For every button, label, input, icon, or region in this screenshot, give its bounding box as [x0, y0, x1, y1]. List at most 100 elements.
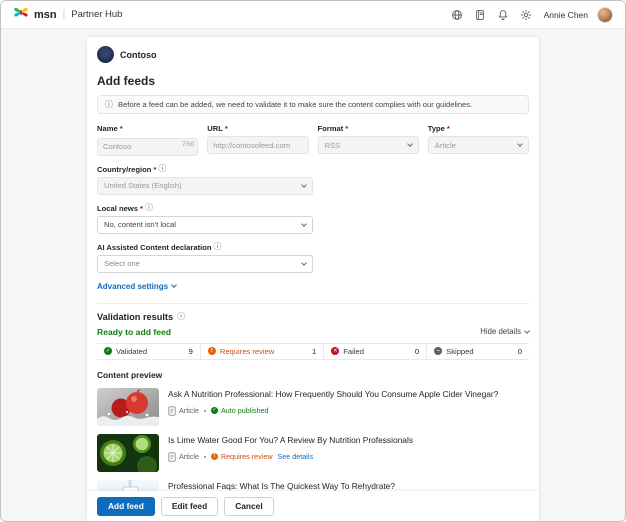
status-badge: Auto published: [221, 406, 269, 415]
section-divider: [97, 303, 529, 304]
chevron-down-icon: [524, 328, 530, 334]
feed-form: Name * 7/50 URL *: [97, 124, 529, 156]
brand-divider: |: [63, 9, 66, 20]
msn-logo: [13, 6, 29, 24]
ready-status: Ready to add feed: [97, 327, 171, 337]
cancel-button[interactable]: Cancel: [224, 497, 273, 516]
article-type: Article: [179, 452, 199, 461]
see-details-link[interactable]: See details: [278, 452, 314, 461]
user-name: Annie Chen: [544, 10, 588, 20]
validation-results-title: Validation results: [97, 312, 173, 322]
chevron-down-icon: [301, 260, 307, 266]
format-value: RSS: [325, 141, 341, 150]
status-requires-review: ! Requires review 1: [200, 344, 323, 359]
chevron-down-icon: [171, 282, 177, 288]
bell-icon[interactable]: [496, 8, 510, 22]
field-ai-declaration: AI Assisted Content declaration ⓘ Select…: [97, 243, 313, 273]
format-label: Format: [318, 124, 344, 133]
type-value: Article: [435, 141, 456, 150]
globe-icon[interactable]: [450, 8, 464, 22]
field-format: Format * RSS: [318, 124, 419, 156]
ai-declaration-label: AI Assisted Content declaration: [97, 243, 212, 252]
published-icon: ✓: [211, 407, 218, 414]
add-feed-button[interactable]: Add feed: [97, 497, 155, 516]
validated-label: Validated: [116, 347, 147, 356]
advanced-settings-link[interactable]: Advanced settings: [97, 282, 176, 291]
status-badge: Requires review: [221, 452, 273, 461]
validated-icon: ✓: [104, 347, 112, 355]
local-news-value: No, content isn't local: [104, 220, 176, 229]
advanced-settings-label: Advanced settings: [97, 282, 168, 291]
skipped-icon: –: [434, 347, 442, 355]
skipped-label: Skipped: [446, 347, 473, 356]
article-icon: [168, 406, 176, 416]
content-preview-title: Content preview: [97, 370, 529, 380]
settings-icon[interactable]: [519, 8, 533, 22]
field-name: Name * 7/50: [97, 124, 198, 156]
failed-icon: ✕: [331, 347, 339, 355]
meta-separator: [204, 456, 206, 458]
field-url: URL *: [207, 124, 308, 156]
hide-details-toggle[interactable]: Hide details: [480, 327, 529, 336]
char-counter: 7/50: [182, 141, 194, 148]
page-title: Add feeds: [97, 74, 529, 88]
validated-count: 9: [189, 347, 193, 356]
validation-counts-bar: ✓ Validated 9 ! Requires review 1 ✕ Fail…: [97, 343, 529, 360]
local-news-select[interactable]: No, content isn't local: [97, 216, 313, 234]
format-select: RSS: [318, 136, 419, 154]
ai-declaration-value: Select one: [104, 259, 140, 268]
required-mark: *: [153, 165, 156, 174]
article-title: Professional Faqs: What Is The Quickest …: [168, 481, 395, 491]
top-actions: Annie Chen: [450, 7, 613, 23]
status-validated: ✓ Validated 9: [97, 344, 200, 359]
article-meta: Article ✓ Auto published: [168, 406, 498, 416]
article-thumbnail-water: [97, 480, 159, 492]
info-icon: ⓘ: [145, 204, 153, 212]
top-bar: msn | Partner Hub: [1, 1, 625, 29]
required-mark: *: [225, 124, 228, 133]
required-mark: *: [120, 124, 123, 133]
name-label: Name: [97, 124, 118, 133]
article-thumbnail-apples: [97, 388, 159, 426]
user-avatar[interactable]: [597, 7, 613, 23]
page-background: Contoso Add feeds ⓘ Before a feed can be…: [1, 29, 625, 521]
journal-icon[interactable]: [473, 8, 487, 22]
article-title: Is Lime Water Good For You? A Review By …: [168, 435, 413, 445]
chevron-down-icon: [407, 141, 413, 147]
brand-name: msn: [34, 9, 57, 21]
org-row: Contoso: [97, 46, 529, 63]
url-input: [207, 136, 308, 154]
ai-declaration-select[interactable]: Select one: [97, 255, 313, 273]
article-thumbnail-limes: [97, 434, 159, 472]
status-failed: ✕ Failed 0: [323, 344, 426, 359]
requires-review-label: Requires review: [220, 347, 274, 356]
requires-review-icon: !: [211, 453, 218, 460]
edit-feed-button[interactable]: Edit feed: [161, 497, 218, 516]
required-mark: *: [447, 124, 450, 133]
field-country: Country/region * ⓘ United States (Englis…: [97, 165, 313, 195]
hide-details-label: Hide details: [480, 327, 521, 336]
failed-label: Failed: [343, 347, 364, 356]
chevron-down-icon: [301, 182, 307, 188]
country-label: Country/region: [97, 165, 151, 174]
add-feeds-card: Contoso Add feeds ⓘ Before a feed can be…: [87, 37, 539, 521]
contoso-logo: [97, 46, 114, 63]
app-window: msn | Partner Hub: [0, 0, 626, 522]
skipped-count: 0: [518, 347, 522, 356]
meta-separator: [204, 410, 206, 412]
field-type: Type * Article: [428, 124, 529, 156]
validation-status-row: Ready to add feed Hide details: [97, 327, 529, 337]
article-icon: [168, 452, 176, 462]
preview-item: Ask A Nutrition Professional: How Freque…: [97, 388, 529, 426]
org-name: Contoso: [120, 50, 157, 60]
required-mark: *: [140, 204, 143, 213]
info-icon: ⓘ: [177, 313, 185, 321]
validation-results-header: Validation results ⓘ: [97, 312, 529, 322]
required-mark: *: [345, 124, 348, 133]
country-select: United States (English): [97, 177, 313, 195]
brand: msn | Partner Hub: [13, 6, 122, 24]
url-label: URL: [207, 124, 223, 133]
banner-info-icon: ⓘ: [105, 101, 113, 109]
card-body: Contoso Add feeds ⓘ Before a feed can be…: [87, 37, 539, 491]
type-select: Article: [428, 136, 529, 154]
